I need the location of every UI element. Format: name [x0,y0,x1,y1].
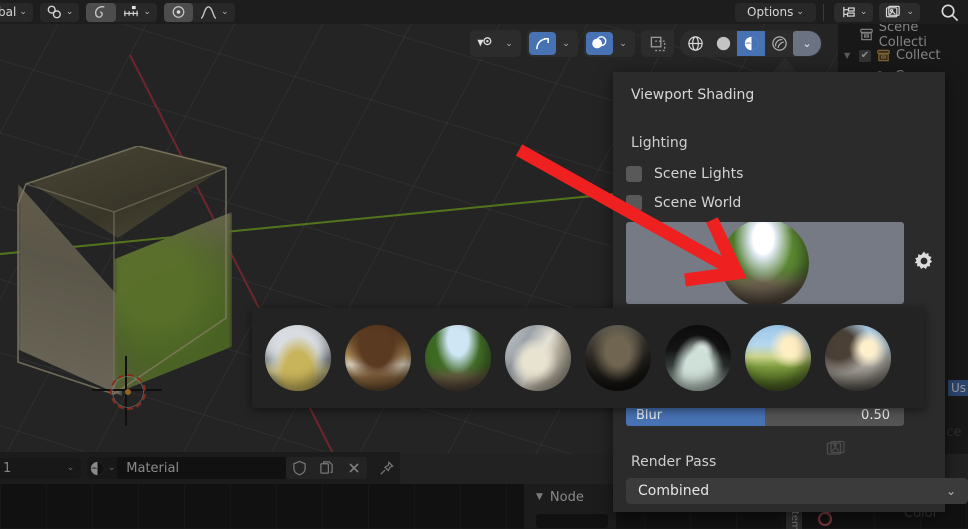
city-hdri-ball[interactable] [265,325,331,391]
material-slot-value: 1 [3,460,12,476]
falloff-curve-select[interactable]: ⌄ [193,3,235,22]
visibility-dropdown-chevron-icon[interactable]: ⌄ [499,32,519,55]
outliner-label: Scene Collecti [878,19,927,50]
chevron-down-icon: ⌄ [796,7,804,17]
sunset-field-hdri-ball[interactable] [745,325,811,391]
node-panel-label: Node [549,489,584,505]
unlink-x-icon[interactable] [340,457,368,479]
render-pass-label: Render Pass [631,454,717,470]
cube-object[interactable] [10,146,232,426]
material-slot-select[interactable]: 1 ⌄ [0,457,82,479]
shading-dropdown-chevron-icon[interactable]: ⌄ [793,31,821,56]
gizmo-dropdown-chevron-icon[interactable]: ⌄ [556,32,576,55]
popup-pointer-arrow [772,58,798,73]
snap-magnet-button[interactable]: ⌄ [40,3,80,22]
shading-mode-group[interactable]: ⌄ [680,30,822,57]
node-name-field[interactable] [536,514,608,528]
options-group[interactable]: Options ⌄ [735,2,816,22]
toggle-xray-icon[interactable] [644,32,671,55]
collection-icon [876,48,891,63]
overlays-toggle-icon[interactable] [586,32,613,55]
fake-user-shield-icon[interactable] [286,457,314,479]
falloff-group[interactable]: ⌄ [163,2,235,22]
solid-shading-icon[interactable] [709,31,737,56]
gear-icon[interactable] [913,250,935,272]
outliner-row-scene-collection[interactable]: Scene Collecti [838,20,968,50]
options-label: Options [747,5,794,19]
bedroom-hdri-ball[interactable] [505,325,571,391]
disclosure-triangle-icon[interactable]: ▼ [844,51,854,60]
transform-orientation-group[interactable]: bal ⌄ [0,2,33,22]
chevron-down-icon: ⌄ [107,463,116,473]
snap-increment-select[interactable]: ⌄ [116,3,157,22]
proportional-falloff-toggle[interactable] [163,2,193,22]
proportional-edit-toggle[interactable] [86,2,117,22]
transform-orientation-select[interactable]: bal ⌄ [0,3,33,22]
cube-face-front [114,212,232,394]
gizmo-toggle-icon[interactable] [529,32,556,55]
proportional-edit-group[interactable]: ⌄ [86,2,157,22]
material-properties-header: 1 ⌄ ⌄ Material [0,452,400,484]
studio-dark-hdri-ball[interactable] [665,325,731,391]
object-visibility-icon[interactable] [472,32,499,55]
collection-checkbox[interactable]: ✔ [859,49,871,62]
chevron-down-icon: ⌄ [65,7,74,17]
outliner-filter-button[interactable]: ⌄ [879,2,920,22]
chevron-down-icon: ⌄ [220,7,229,17]
chevron-down-icon: ⌄ [906,7,914,17]
search-icon[interactable] [933,3,966,22]
forest-hdri-ball[interactable] [425,325,491,391]
visibility-group[interactable]: ⌄ [470,30,521,57]
chevron-down-icon: ⌄ [143,7,151,17]
outliner-header-group[interactable]: ⌄ ⌄ [833,2,920,22]
use-nodes-badge[interactable]: Us [948,380,968,396]
blender-window: Z Y X ‹ Scene Collecti ▼ [0,0,968,529]
options-button[interactable]: Options ⌄ [735,3,816,22]
xray-group[interactable] [641,30,674,57]
transform-orientation-value: bal [0,5,17,19]
material-preview-shading-icon[interactable] [737,31,765,56]
browse-material-icon[interactable]: ⌄ [87,457,117,479]
disclosure-triangle-icon: ▼ [536,492,543,502]
chevron-down-icon: ⌄ [66,463,75,473]
render-pass-select[interactable]: Combined ⌄ [626,478,968,504]
rendered-shading-icon[interactable] [765,31,793,56]
outliner-label: Collect [896,48,941,63]
viewport-shading-toolbar: ⌄ ⌄ ⌄ ⌄ [470,30,822,57]
material-name-field[interactable]: Material [117,457,287,479]
top-header-bar: bal ⌄ ⌄ ⌄ ⌄ Options ⌄ ⌄ ⌄ [0,0,968,24]
popup-title: Viewport Shading [631,87,755,103]
chevron-down-icon: ⌄ [19,7,27,17]
render-pass-value: Combined [638,483,710,499]
snap-group[interactable]: ⌄ [39,2,80,22]
interior-wooden-hdri-ball[interactable] [345,325,411,391]
new-material-copy-icon[interactable] [313,457,341,479]
overlays-dropdown-chevron-icon[interactable]: ⌄ [613,32,633,55]
red-annotation-arrow [515,144,747,287]
scene-collection-icon [859,27,874,42]
road-castle-hdri-ball[interactable] [825,325,891,391]
chevron-down-icon: ⌄ [945,484,956,498]
3d-cursor[interactable] [110,374,146,410]
gizmo-group[interactable]: ⌄ [527,30,578,57]
blur-label: Blur [636,407,663,423]
material-datablock-group: ⌄ Material [87,457,368,479]
hdri-picker-strip[interactable] [252,308,925,408]
overlays-group[interactable]: ⌄ [584,30,635,57]
wireframe-shading-icon[interactable] [681,31,709,56]
chevron-down-icon: ⌄ [859,7,868,17]
node-panel-header[interactable]: ▼ Node [524,484,616,510]
faded-image-icon [826,440,848,460]
pin-icon[interactable] [373,457,400,479]
blur-value: 0.50 [861,407,890,423]
outliner-display-mode-button[interactable]: ⌄ [833,2,874,22]
node-panel: ▼ Node [524,484,616,529]
dusk-field-hdri-ball[interactable] [585,325,651,391]
